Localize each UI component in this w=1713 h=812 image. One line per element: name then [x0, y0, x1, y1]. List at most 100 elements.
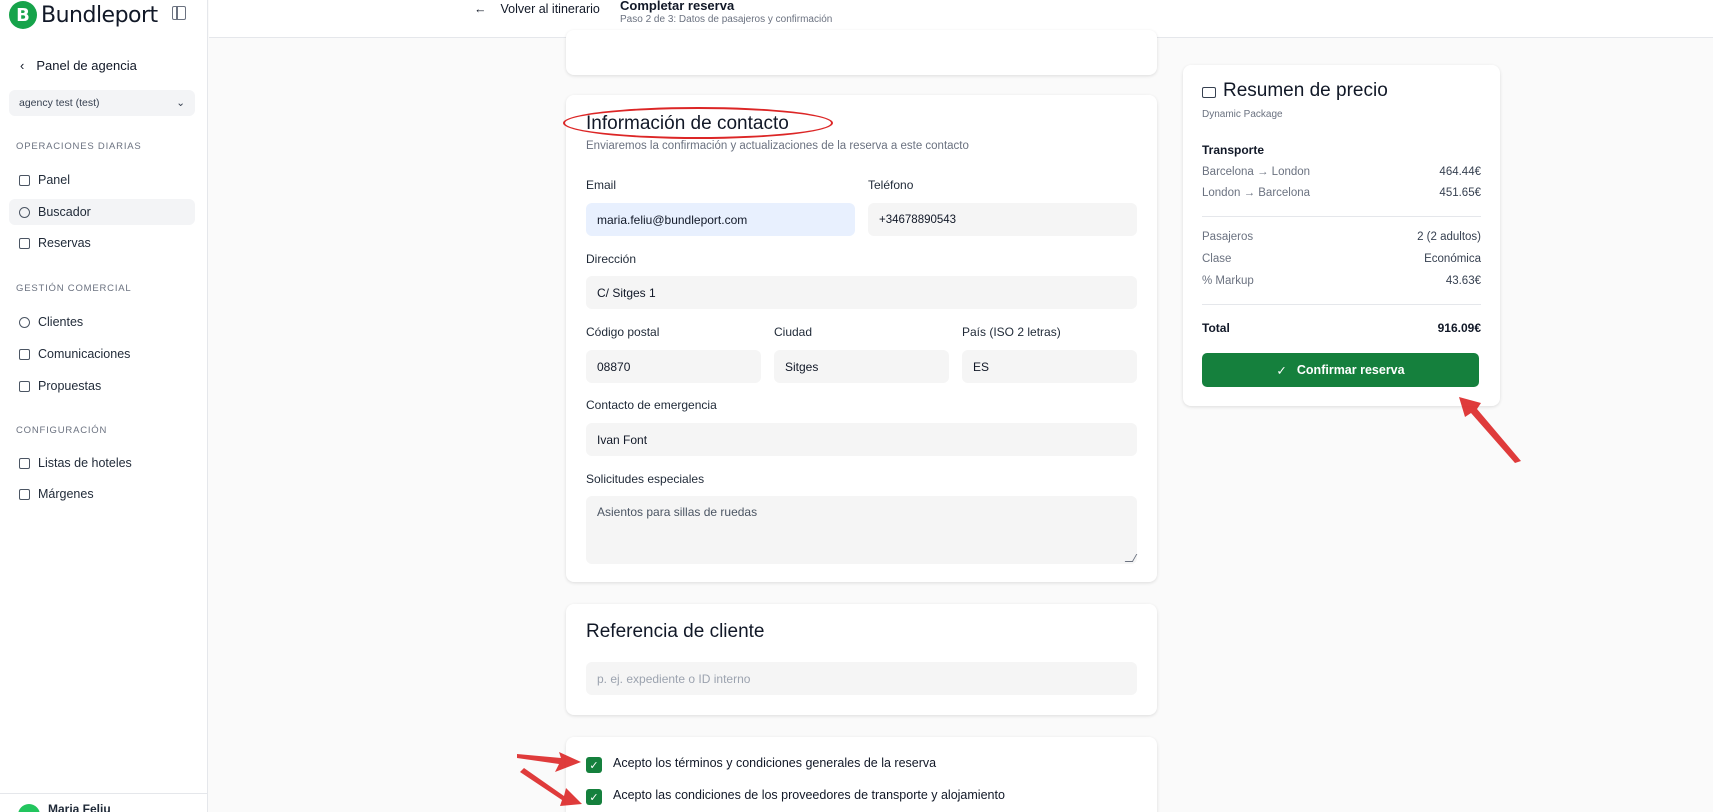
special-requests-field[interactable]: Asientos para sillas de ruedas	[586, 496, 1138, 564]
document-icon	[19, 380, 30, 392]
sidebar-item-listas-hoteles[interactable]: Listas de hoteles	[9, 450, 195, 476]
email-field[interactable]: maria.feliu@bundleport.com	[586, 203, 855, 236]
sidebar-item-margenes[interactable]: Márgenes	[9, 481, 195, 507]
bookmark-icon	[19, 457, 30, 469]
markup-value: 43.63€	[1445, 275, 1481, 287]
user-menu[interactable]: Maria Feliu	[0, 793, 208, 812]
special-requests-label: Solicitudes especiales	[586, 472, 705, 486]
back-to-itinerary-label: Volver al itinerario	[500, 2, 600, 16]
contact-info-subtitle: Enviaremos la confirmación y actualizaci…	[586, 140, 969, 152]
sidebar-item-label: Márgenes	[38, 487, 94, 501]
sidebar-item-label: Reservas	[38, 236, 91, 250]
check-icon: ✓	[1276, 362, 1287, 378]
total-value: 916.09€	[1437, 321, 1481, 335]
terms-card: ✓ Acepto los términos y condiciones gene…	[566, 737, 1157, 812]
sidebar-item-comunicaciones[interactable]: Comunicaciones	[9, 341, 195, 367]
passengers-value: 2 (2 adultos)	[1417, 231, 1481, 243]
sidebar-item-label: Comunicaciones	[38, 347, 131, 361]
leg-route: London → Barcelona	[1202, 187, 1311, 199]
address-label: Dirección	[586, 252, 637, 266]
section-title-configuracion: CONFIGURACIÓN	[16, 425, 108, 436]
client-reference-card: Referencia de cliente p. ej. expediente …	[566, 604, 1157, 715]
class-row: Clase Económica	[1202, 253, 1481, 265]
page-title: Completar reserva	[620, 0, 735, 13]
price-summary-subtitle: Dynamic Package	[1202, 109, 1283, 120]
sidebar: B Bundleport ‹ Panel de agencia agency t…	[0, 0, 208, 812]
city-label: Ciudad	[774, 325, 813, 339]
confirm-booking-button[interactable]: ✓ Confirmar reserva	[1202, 353, 1479, 387]
chevron-down-icon: ⌄	[176, 97, 185, 109]
phone-label: Teléfono	[868, 178, 914, 192]
annotation-arrow-icon	[520, 768, 582, 806]
special-requests-value: Asientos para sillas de ruedas	[597, 505, 758, 519]
postal-code-field[interactable]: 08870	[586, 350, 761, 383]
passengers-label: Pasajeros	[1202, 231, 1254, 243]
terms-general-label[interactable]: Acepto los términos y condiciones genera…	[613, 756, 936, 770]
sidebar-item-panel[interactable]: Panel	[9, 167, 195, 193]
calendar-icon	[19, 237, 30, 249]
address-field[interactable]: C/ Sitges 1	[586, 276, 1137, 309]
price-summary-card: Resumen de precio Dynamic Package Transp…	[1183, 65, 1500, 406]
terms-providers-checkbox[interactable]: ✓	[586, 789, 602, 805]
total-row: Total 916.09€	[1202, 321, 1481, 335]
leg-route: Barcelona → London	[1202, 166, 1311, 178]
sidebar-item-buscador[interactable]: Buscador	[9, 199, 195, 225]
terms-general-checkbox[interactable]: ✓	[586, 757, 602, 773]
back-link-label: Panel de agencia	[36, 58, 137, 73]
sidebar-item-label: Listas de hoteles	[38, 456, 132, 470]
users-icon	[19, 316, 30, 328]
emergency-contact-label: Contacto de emergencia	[586, 398, 717, 412]
divider	[1202, 304, 1481, 305]
message-icon	[19, 348, 30, 360]
transport-leg-row: London → Barcelona 451.65€	[1202, 187, 1481, 199]
logo-mark-icon: B	[9, 1, 37, 29]
confirm-booking-label: Confirmar reserva	[1296, 363, 1405, 377]
section-title-gestion: GESTIÓN COMERCIAL	[16, 283, 132, 294]
sidebar-item-label: Propuestas	[38, 379, 102, 393]
sidebar-item-reservas[interactable]: Reservas	[9, 230, 195, 256]
agency-select[interactable]: agency test (test) ⌄	[9, 90, 195, 116]
back-to-agency-panel[interactable]: ‹ Panel de agencia	[20, 58, 137, 73]
avatar	[18, 804, 40, 812]
city-field[interactable]: Sitges	[774, 350, 949, 383]
transport-label: Transporte	[1202, 143, 1265, 157]
client-reference-title: Referencia de cliente	[586, 621, 765, 642]
back-to-itinerary-button[interactable]: ← Volver al itinerario	[474, 2, 600, 16]
markup-label: % Markup	[1202, 275, 1254, 287]
postal-code-label: Código postal	[586, 325, 660, 339]
agency-select-value: agency test (test)	[19, 97, 100, 109]
annotation-ellipse	[563, 107, 833, 139]
emergency-contact-field[interactable]: Ivan Font	[586, 423, 1137, 456]
phone-field[interactable]: +34678890543	[868, 203, 1137, 236]
sidebar-toggle-icon[interactable]	[172, 6, 186, 20]
price-summary-title: Resumen de precio	[1223, 80, 1388, 101]
divider	[1202, 216, 1481, 217]
leg-price: 451.65€	[1439, 187, 1481, 199]
document-icon	[19, 488, 30, 500]
sidebar-item-propuestas[interactable]: Propuestas	[9, 373, 195, 399]
markup-row: % Markup 43.63€	[1202, 275, 1481, 287]
sidebar-item-clientes[interactable]: Clientes	[9, 309, 195, 335]
user-name: Maria Feliu	[48, 802, 111, 812]
chevron-left-icon: ‹	[20, 58, 25, 73]
terms-providers-label[interactable]: Acepto las condiciones de los proveedore…	[613, 788, 1005, 802]
country-label: País (ISO 2 letras)	[962, 325, 1061, 339]
sidebar-item-label: Clientes	[38, 315, 84, 329]
client-reference-input[interactable]: p. ej. expediente o ID interno	[586, 662, 1137, 695]
resize-handle-icon[interactable]	[1124, 554, 1138, 562]
passengers-row: Pasajeros 2 (2 adultos)	[1202, 231, 1481, 243]
search-icon	[19, 206, 30, 218]
total-label: Total	[1202, 321, 1230, 335]
previous-section-card	[566, 30, 1157, 75]
page-step: Paso 2 de 3: Datos de pasajeros y confir…	[620, 14, 833, 25]
contact-info-card: Información de contacto Enviaremos la co…	[563, 95, 1157, 582]
email-label: Email	[586, 178, 617, 192]
sidebar-item-label: Buscador	[38, 205, 91, 219]
transport-leg-row: Barcelona → London 464.44€	[1202, 166, 1481, 178]
arrow-left-icon: ←	[474, 2, 487, 16]
check-icon: ✓	[589, 790, 599, 804]
brand-logo[interactable]: B Bundleport	[9, 0, 158, 30]
annotation-arrow-icon	[1459, 397, 1521, 463]
country-field[interactable]: ES	[962, 350, 1137, 383]
dashboard-icon	[19, 174, 30, 186]
